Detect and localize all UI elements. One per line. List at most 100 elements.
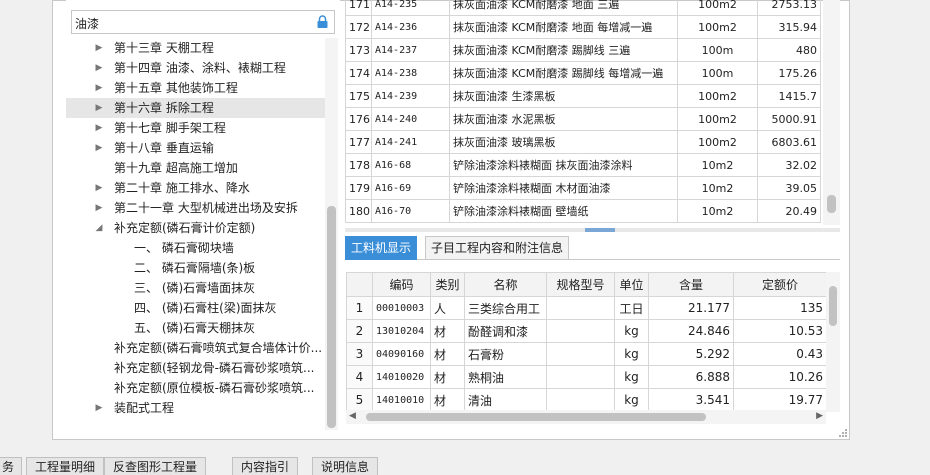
item-price: 6803.61 (757, 130, 821, 154)
tree-item[interactable]: 五、 (磷)石膏天棚抹灰 (66, 318, 326, 338)
tree-item[interactable]: ▶ 第十七章 脚手架工程 (66, 118, 326, 138)
tree-item-label: 补充定额(原位模板-磷石膏砂浆喷筑... (114, 381, 315, 395)
column-header[interactable]: 含量 (648, 272, 734, 297)
lock-icon[interactable] (316, 15, 329, 29)
resource-row[interactable]: 1 00010003 人三类综合用工 工日 21.177 135 (346, 296, 827, 320)
tree-item[interactable]: ◢ 补充定额(磷石膏计价定额) (66, 218, 326, 238)
quota-row[interactable]: 175 A14-239 抹灰面油漆 生漆黑板 100m2 1415.7 (345, 84, 821, 108)
item-unit: 100m2 (677, 15, 758, 39)
tree-item[interactable]: 第十九章 超高施工增加 (66, 158, 326, 178)
tree-item[interactable]: 四、 (磷)石膏柱(梁)面抹灰 (66, 298, 326, 318)
quota-row[interactable]: 180 A16-70 铲除油漆涂料裱糊面 壁墙纸 10m2 20.49 (345, 199, 821, 223)
scroll-left-icon[interactable]: ◀ (349, 411, 356, 421)
expand-arrow-icon[interactable]: ▶ (94, 118, 104, 138)
resize-grip-icon[interactable] (838, 428, 848, 438)
item-price: 175.26 (757, 61, 821, 85)
expand-arrow-icon[interactable]: ▶ (94, 58, 104, 78)
resource-vscroll-thumb[interactable] (829, 286, 837, 326)
resource-row[interactable]: 3 04090160 材石膏粉 kg 5.292 0.43 (346, 342, 827, 366)
tree-item[interactable]: ▶ 第二十章 施工排水、降水 (66, 178, 326, 198)
tab-resource-display[interactable]: 工料机显示 (345, 236, 418, 260)
tab-work-content-notes[interactable]: 子目工程内容和附注信息 (425, 236, 570, 260)
expand-arrow-icon[interactable]: ▶ (94, 178, 104, 198)
tree-item-label: 第十八章 垂直运输 (114, 141, 214, 155)
item-price: 480 (757, 38, 821, 62)
resource-spec (546, 319, 615, 343)
resource-type: 材 (430, 388, 465, 412)
expand-arrow-icon[interactable]: ▶ (94, 198, 104, 218)
resource-table: 编码 类别 名称 规格型号 单位 含量 定额价 1 00010003 人三类综合用工 工日 21.1… (346, 272, 827, 412)
column-header[interactable]: 名称 (464, 272, 547, 297)
tree-item[interactable]: 补充定额(原位模板-磷石膏砂浆喷筑... (66, 378, 326, 398)
collapse-arrow-icon[interactable]: ◢ (94, 218, 104, 238)
column-header[interactable]: 单位 (614, 272, 649, 297)
row-number: 173 (345, 38, 372, 62)
expand-arrow-icon[interactable]: ▶ (94, 38, 104, 58)
bottom-tab-content-guide[interactable]: 内容指引 (232, 457, 299, 475)
quota-row[interactable]: 173 A14-237 抹灰面油漆 KCM耐磨漆 踢脚线 三遍 100m 480 (345, 38, 821, 62)
tree-item-label: 第十六章 拆除工程 (114, 101, 214, 115)
quota-table-scroll-thumb[interactable] (827, 195, 836, 213)
resource-code: 00010003 (372, 296, 431, 320)
tree-item-label: 补充定额(轻钢龙骨-磷石膏砂浆喷筑... (114, 361, 315, 375)
resource-horizontal-scrollbar[interactable]: ◀ ▶ (346, 410, 826, 424)
quota-row[interactable]: 174 A14-238 抹灰面油漆 KCM耐磨漆 踢脚线 每增减一遍 100m 175.… (345, 61, 821, 85)
row-number: 176 (345, 107, 372, 131)
scroll-right-icon[interactable]: ▶ (816, 411, 823, 421)
quota-row[interactable]: 178 A16-68 铲除油漆涂料裱糊面 抹灰面油漆涂料 10m2 32.02 (345, 153, 821, 177)
item-price: 20.49 (757, 199, 821, 223)
column-header[interactable]: 规格型号 (546, 272, 615, 297)
tree-item[interactable]: ▶ 第十六章 拆除工程 (66, 98, 326, 118)
tree-item[interactable]: 二、 磷石膏隔墙(条)板 (66, 258, 326, 278)
quota-row[interactable]: 176 A14-240 抹灰面油漆 水泥黑板 100m2 5000.91 (345, 107, 821, 131)
column-header[interactable] (346, 272, 373, 297)
bottom-tab-reverse-query[interactable]: 反查图形工程量 (104, 457, 207, 475)
tree-item[interactable]: 三、 (磷)石膏墙面抹灰 (66, 278, 326, 298)
resource-type: 材 (430, 365, 465, 389)
search-input[interactable]: 油漆 (71, 10, 335, 34)
item-unit: 100m (677, 61, 758, 85)
tree-item[interactable]: 一、 磷石膏砌块墙 (66, 238, 326, 258)
column-header[interactable]: 定额价 (733, 272, 827, 297)
tree-item[interactable]: ▶ 第二十一章 大型机械进出场及安拆 (66, 198, 326, 218)
quota-row[interactable]: 177 A14-241 抹灰面油漆 玻璃黑板 100m2 6803.61 (345, 130, 821, 154)
resource-row[interactable]: 4 14010020 材熟桐油 kg 6.888 10.26 (346, 365, 827, 389)
tree-scrollbar[interactable] (325, 38, 338, 430)
expand-arrow-icon[interactable]: ▶ (94, 398, 104, 418)
quota-row[interactable]: 179 A16-69 铲除油漆涂料裱糊面 木材面油漆 10m2 39.05 (345, 176, 821, 200)
panel-splitter[interactable] (345, 228, 840, 232)
resource-row[interactable]: 5 14010010 材清油 kg 3.541 19.77 (346, 388, 827, 412)
tree-item[interactable]: ▶ 第十三章 天棚工程 (66, 38, 326, 58)
tree-item[interactable]: ▶ 第十五章 其他装饰工程 (66, 78, 326, 98)
quota-table-scrollbar[interactable] (823, 0, 840, 225)
item-unit: 10m2 (677, 176, 758, 200)
expand-arrow-icon[interactable]: ▶ (94, 98, 104, 118)
tree-item-label: 四、 (磷)石膏柱(梁)面抹灰 (134, 301, 277, 315)
resource-row[interactable]: 2 13010204 材酚醛调和漆 kg 24.846 10.53 (346, 319, 827, 343)
resource-unit: kg (614, 388, 649, 412)
tree-item[interactable]: ▶ 装配式工程 (66, 398, 326, 418)
resource-hscroll-thumb[interactable] (366, 413, 706, 421)
bottom-tab-quantity-detail[interactable]: 工程量明细 (26, 457, 105, 475)
bottom-tab-description[interactable]: 说明信息 (312, 457, 379, 475)
bottom-tab-0[interactable]: 务 (0, 457, 22, 475)
item-name: 抹灰面油漆 KCM耐磨漆 地面 每增减一遍 (449, 15, 678, 39)
tree-item[interactable]: ▶ 第十八章 垂直运输 (66, 138, 326, 158)
tree-item[interactable]: 补充定额(磷石膏喷筑式复合墙体计价... (66, 338, 326, 358)
resource-type: 材 (430, 319, 465, 343)
tree-item-label: 第十四章 油漆、涂料、裱糊工程 (114, 61, 286, 75)
quota-row[interactable]: 172 A14-236 抹灰面油漆 KCM耐磨漆 地面 每增减一遍 100m2 315.… (345, 15, 821, 39)
tree-item[interactable]: 补充定额(轻钢龙骨-磷石膏砂浆喷筑... (66, 358, 326, 378)
tree-scroll-thumb[interactable] (327, 206, 336, 428)
expand-arrow-icon[interactable]: ▶ (94, 138, 104, 158)
row-number: 178 (345, 153, 372, 177)
quota-row[interactable]: 171 A14-235 抹灰面油漆 KCM耐磨漆 地面 三遍 100m2 2753.13 (345, 0, 821, 16)
column-header[interactable]: 类别 (430, 272, 465, 297)
expand-arrow-icon[interactable]: ▶ (94, 78, 104, 98)
splitter-grip[interactable] (585, 228, 615, 232)
tree-item[interactable]: ▶ 第十四章 油漆、涂料、裱糊工程 (66, 58, 326, 78)
item-unit: 100m (677, 38, 758, 62)
resource-vertical-scrollbar[interactable] (826, 272, 840, 412)
column-header[interactable]: 编码 (372, 272, 431, 297)
resource-code: 13010204 (372, 319, 431, 343)
